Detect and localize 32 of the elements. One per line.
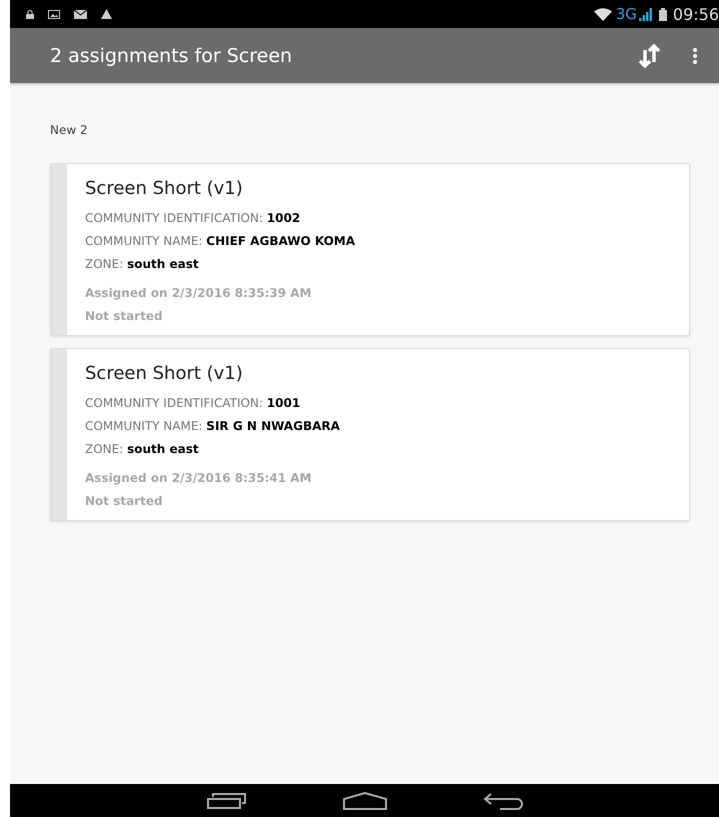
screen-title: 2 assignments for Screen xyxy=(50,44,294,66)
field-value: 1002 xyxy=(266,211,300,225)
warning-icon xyxy=(101,9,112,19)
assignment-status: Not started xyxy=(85,494,164,508)
field-label: COMMUNITY IDENTIFICATION: xyxy=(85,396,263,410)
field-label: ZONE: xyxy=(85,442,124,456)
assignment-status: Not started xyxy=(85,309,164,323)
assignment-title: Screen Short (v1) xyxy=(85,178,244,199)
network-type: 3G xyxy=(616,5,637,23)
assignment-title: Screen Short (v1) xyxy=(85,363,244,384)
battery-icon xyxy=(658,8,667,20)
assignment-card[interactable]: Screen Short (v1) COMMUNITY IDENTIFICATION: 1001 COMMUNITY NAME: SIR G N NWAGBARA ZONE: south east Assigned on 2/3/2016 8:35:41 AM Not started xyxy=(50,348,690,521)
field-value: 1001 xyxy=(266,396,300,410)
section-header: New 2 xyxy=(50,123,89,137)
assignment-card[interactable]: Screen Short (v1) COMMUNITY IDENTIFICATION: 1002 COMMUNITY NAME: CHIEF AGBAWO KOMA ZONE: south east Assigned on 2/3/2016 8:35:39 AM Not started xyxy=(50,163,690,336)
field-value: south east xyxy=(127,442,199,456)
field-value: SIR G N NWAGBARA xyxy=(206,419,340,433)
field-label: COMMUNITY NAME: xyxy=(85,419,202,433)
assigned-date: Assigned on 2/3/2016 8:35:39 AM xyxy=(85,286,312,300)
wifi-icon xyxy=(594,8,612,20)
clock: 09:56 xyxy=(672,4,719,24)
field-value: south east xyxy=(127,257,199,271)
more-vertical-icon[interactable] xyxy=(693,48,697,64)
image-icon xyxy=(48,10,60,18)
lock-icon xyxy=(26,10,34,18)
mail-icon xyxy=(74,10,87,18)
field-value: CHIEF AGBAWO KOMA xyxy=(206,234,356,248)
field-label: ZONE: xyxy=(85,257,124,271)
signal-icon xyxy=(638,8,653,20)
assigned-date: Assigned on 2/3/2016 8:35:41 AM xyxy=(85,471,312,485)
field-label: COMMUNITY NAME: xyxy=(85,234,202,248)
field-label: COMMUNITY IDENTIFICATION: xyxy=(85,211,263,225)
